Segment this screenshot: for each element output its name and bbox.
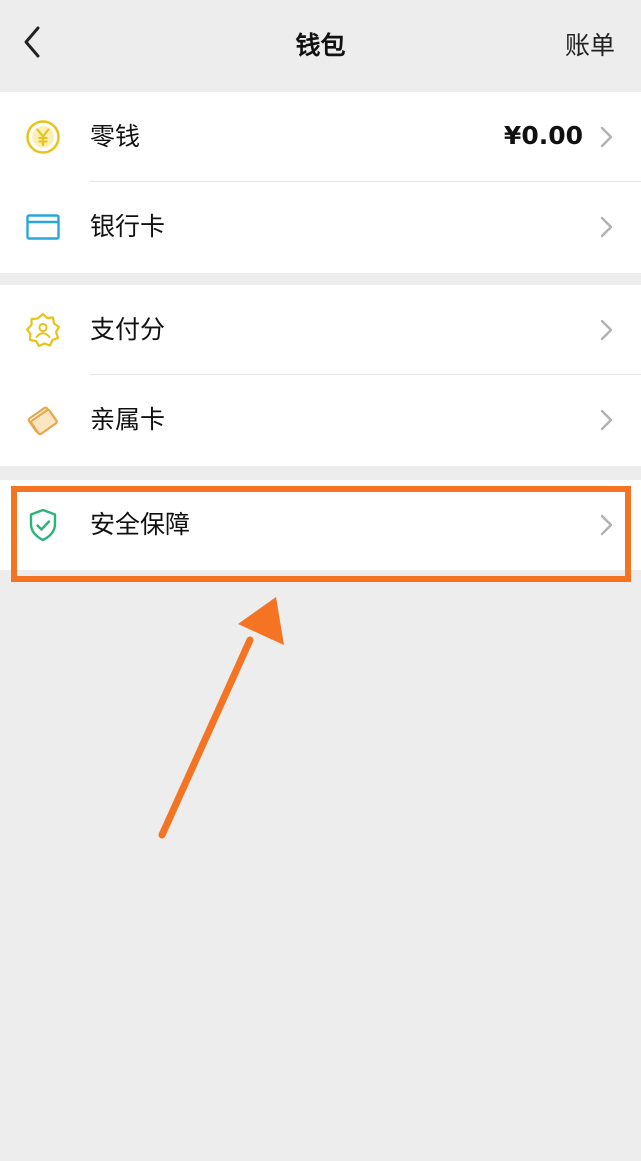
list-item-label: 安全保障 xyxy=(90,510,191,539)
chevron-right-icon xyxy=(600,216,613,238)
yen-coin-icon xyxy=(26,120,60,154)
list-item-bank-card[interactable]: 银行卡 xyxy=(0,181,641,272)
list-item-label: 零钱 xyxy=(90,122,141,151)
chevron-right-icon xyxy=(600,409,613,431)
list-item-label: 亲属卡 xyxy=(90,405,166,434)
shield-check-icon xyxy=(29,508,57,542)
wallet-group-balance: 零钱 ¥0.00 银行卡 xyxy=(0,92,641,273)
list-item-family-card[interactable]: 亲属卡 xyxy=(0,374,641,465)
chevron-right-icon xyxy=(600,319,613,341)
list-item-label: 支付分 xyxy=(90,315,166,344)
list-item-security[interactable]: 安全保障 xyxy=(0,480,641,570)
bank-card-icon xyxy=(26,214,60,240)
chevron-left-icon xyxy=(24,26,40,58)
balance-value: ¥0.00 xyxy=(503,121,583,150)
page-title: 钱包 xyxy=(295,31,346,60)
navigation-bar: 钱包 账单 xyxy=(0,0,641,92)
payment-score-badge-icon xyxy=(25,312,61,348)
list-item-change[interactable]: 零钱 ¥0.00 xyxy=(0,92,641,182)
bills-link[interactable]: 账单 xyxy=(565,26,615,62)
chevron-right-icon xyxy=(600,126,613,148)
back-button[interactable] xyxy=(14,22,54,62)
chevron-right-icon xyxy=(600,514,613,536)
family-card-icon xyxy=(27,406,58,436)
list-item-payment-score[interactable]: 支付分 xyxy=(0,285,641,375)
list-item-label: 银行卡 xyxy=(90,212,166,241)
wallet-group-services: 支付分 亲属卡 xyxy=(0,285,641,466)
wallet-group-security: 安全保障 xyxy=(0,480,641,570)
